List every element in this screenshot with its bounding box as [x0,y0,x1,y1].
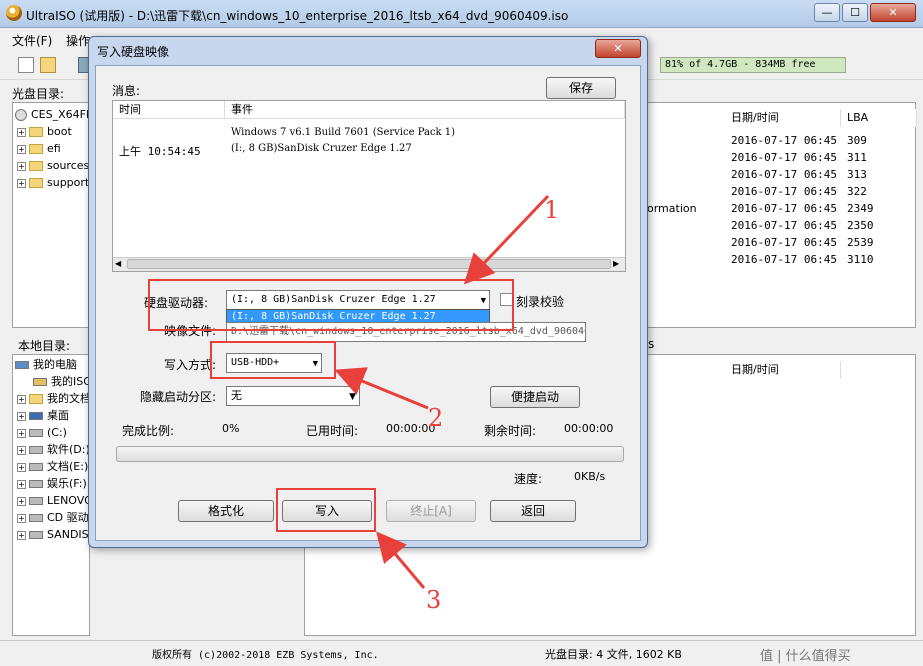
arrow-3 [376,531,426,589]
annotation-arrows [334,194,550,589]
annotation-number-1: 1 [544,196,560,224]
arrow-1 [463,194,550,285]
arrow-2 [334,367,429,410]
annotation-number-3: 3 [426,586,442,614]
annotation-number-2: 2 [428,404,444,432]
